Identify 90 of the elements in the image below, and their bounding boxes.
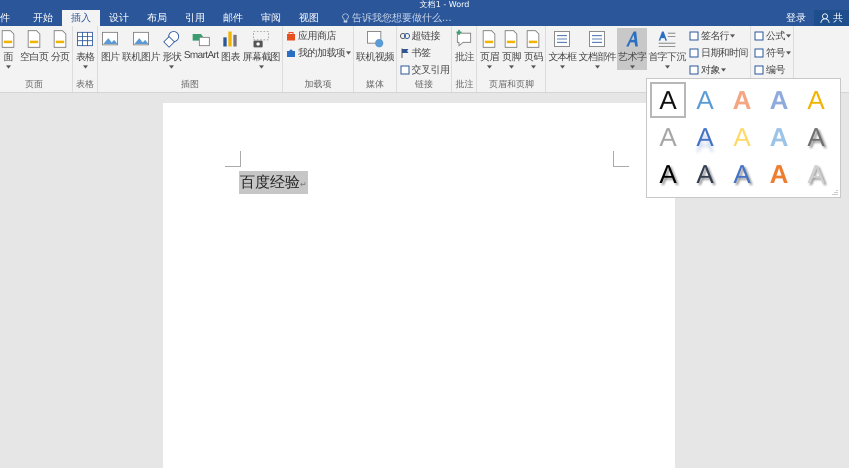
drop-cap-icon [657,29,678,49]
shapes-icon [162,29,182,49]
caret-icon [720,68,726,72]
ribbon-button[interactable]: 符号 [752,45,792,61]
group-label: 批注 [455,80,474,91]
group-label: 加载项 [304,80,332,91]
caret-icon [664,65,670,69]
text-box-icon [587,29,608,49]
ribbon-button[interactable]: 页眉 [478,28,500,70]
caret-icon [730,34,736,38]
ribbon-tab[interactable]: 视图 [290,10,328,26]
ribbon-button[interactable]: 表格 [74,28,96,70]
ribbon-button[interactable]: 屏幕截图 [241,28,282,70]
ribbon-tab[interactable]: 邮件 [214,10,252,26]
ribbon-button[interactable]: 文本框 [547,28,578,70]
ribbon-button[interactable]: 应用商店 [284,28,352,44]
ribbon-tab[interactable]: 布局 [138,10,176,26]
tell-me-field[interactable]: 告诉我您想要做什么... [352,12,452,24]
small-box-icon [752,47,765,59]
ribbon-button[interactable]: 签名行 [686,28,749,44]
window-title: 文档1 - Word [420,0,470,10]
flag-icon [398,47,411,59]
small-box-icon [398,64,411,76]
ribbon-button[interactable]: 图片 [99,28,122,65]
small-box-icon [752,64,765,76]
caret-icon [630,65,635,69]
ribbon-button[interactable]: 联机视频 [355,28,395,65]
text-box-icon [552,29,572,49]
small-box-icon [752,30,765,42]
ribbon-button[interactable]: 我的加载项 [284,45,352,61]
ribbon-button[interactable]: 对象 [686,62,749,78]
ribbon-button[interactable]: 页码 [522,28,544,70]
lightbulb-icon [342,13,349,23]
ribbon-button[interactable]: 文档部件 [578,28,618,70]
ribbon-button[interactable]: 首字下沉 [647,28,687,70]
ribbon-button[interactable]: 公式 [752,28,792,44]
group-label: 插图 [181,80,200,91]
ribbon-button[interactable]: 书签 [398,45,450,61]
ribbon-button[interactable]: 页脚 [500,28,522,70]
ribbon-tab[interactable]: 设计 [100,10,138,26]
ribbon-tab[interactable]: 审阅 [252,10,290,26]
caret-icon [258,65,264,69]
group-label: 媒体 [366,80,384,91]
ribbon-button[interactable]: 日期和时间 [686,45,749,61]
group-label: 链接 [415,80,433,91]
ribbon-button[interactable]: 超链接 [398,28,450,44]
caret-icon [82,65,88,69]
corner-mark [225,151,241,167]
ribbon-button[interactable]: 联机图片 [121,28,161,65]
ribbon-button[interactable]: 编号 [752,62,792,78]
ribbon-tab[interactable]: 件 [0,10,24,26]
sign-in-link[interactable]: 登录 [778,10,814,26]
ribbon-button[interactable]: SmartArt [182,28,220,62]
caret-icon [486,65,492,69]
ribbon-button[interactable]: 图表 [219,28,242,65]
ribbon-button[interactable]: 形状 [160,28,183,70]
person-icon [820,13,830,23]
ribbon-button[interactable]: 分页 [49,28,72,65]
group-label: 表格 [76,80,94,91]
table-icon [75,29,96,49]
ribbon-button[interactable]: 交叉引用 [398,62,450,78]
bag-icon [285,30,298,42]
ribbon-button[interactable]: 批注 [453,28,476,65]
share-button[interactable]: 共 [814,10,849,26]
caret-icon [346,51,352,55]
caret-icon [508,65,514,69]
ribbon-tab[interactable]: 开始 [24,10,62,26]
caret-icon [530,65,536,69]
ribbon-tab[interactable]: 引用 [176,10,214,26]
small-box-icon [688,47,700,59]
resize-grip-icon [832,189,838,195]
link-icon [398,30,411,42]
ribbon-button[interactable]: 空白页 [19,28,50,65]
wordart-style[interactable]: A [650,82,686,118]
ribbon-button[interactable]: 面 [0,28,19,70]
small-box-icon [688,64,700,76]
caret-icon [594,65,600,69]
caret-icon [6,65,10,69]
group-label: 页面 [25,80,44,91]
small-box-icon [688,30,700,42]
caret-icon [560,65,565,69]
group-label: 页眉和页脚 [488,80,534,91]
caret-icon [786,34,791,38]
camera-icon [251,29,272,49]
document-text: 百度经验↵ [239,171,308,194]
ribbon-button[interactable]: 艺术字 [617,28,648,70]
corner-mark [613,151,629,167]
caret-icon [786,51,791,55]
caret-icon [169,65,174,69]
ribbon-tab[interactable]: 插入 [62,10,100,26]
